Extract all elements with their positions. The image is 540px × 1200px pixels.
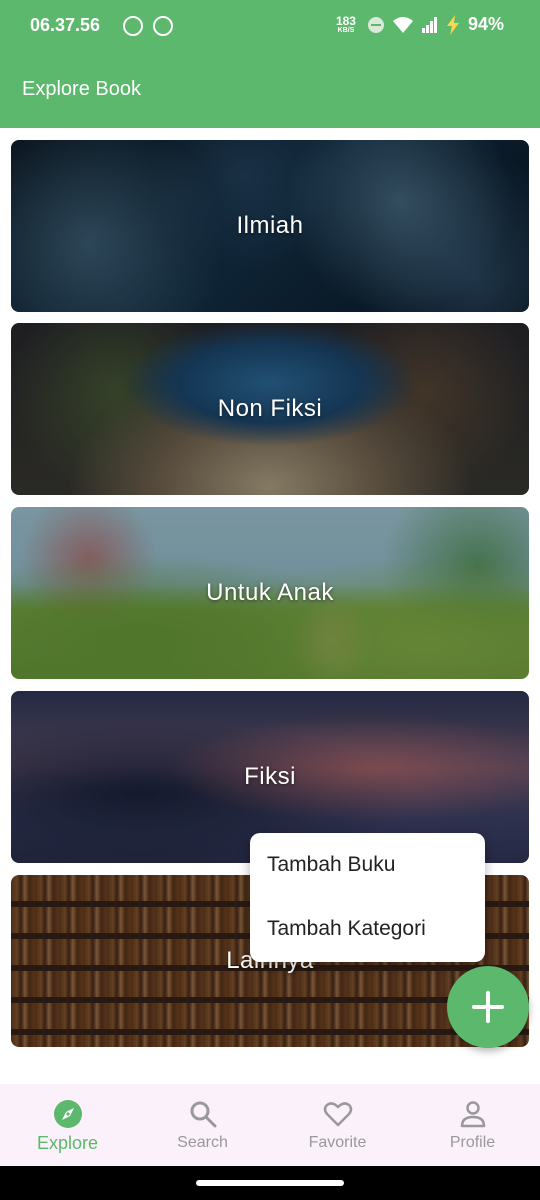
nav-item-profile[interactable]: Profile <box>405 1084 540 1166</box>
bottom-navigation: Explore Search Favorite Profile <box>0 1084 540 1166</box>
network-speed-unit: KB/S <box>337 27 355 34</box>
nav-item-explore[interactable]: Explore <box>0 1084 135 1166</box>
status-time: 06.37.56 <box>30 15 101 35</box>
compass-icon <box>53 1100 82 1128</box>
person-icon <box>460 1101 485 1128</box>
status-bar: 06.37.56 183 KB/S 94% <box>0 0 540 52</box>
whatsapp-icon <box>123 16 143 36</box>
gesture-navigation-area <box>0 1166 540 1200</box>
nav-item-search[interactable]: Search <box>135 1084 270 1166</box>
category-label: Ilmiah <box>236 212 304 239</box>
add-button[interactable] <box>447 966 529 1048</box>
category-label: Non Fiksi <box>217 395 323 422</box>
category-card-ilmiah[interactable]: Ilmiah <box>11 140 529 312</box>
category-card-untuk-anak[interactable]: Untuk Anak <box>11 507 529 679</box>
network-speed-value: 183 <box>335 14 356 28</box>
search-icon <box>190 1101 216 1128</box>
nav-item-favorite[interactable]: Favorite <box>270 1084 405 1166</box>
app-bar: Explore Book <box>0 52 540 128</box>
wifi-icon <box>392 16 413 33</box>
home-gesture-bar[interactable] <box>196 1180 344 1186</box>
battery-level: 94% <box>467 14 504 34</box>
nav-label-explore: Explore <box>36 1133 99 1153</box>
page-title: Explore Book <box>22 78 141 100</box>
heart-icon <box>323 1102 352 1127</box>
do-not-disturb-icon <box>367 16 384 33</box>
add-menu-popup: Tambah Buku Tambah Kategori <box>250 833 485 962</box>
nav-label-search: Search <box>177 1134 228 1151</box>
nav-label-favorite: Favorite <box>308 1134 367 1151</box>
notification-app-icon <box>153 16 173 36</box>
nav-label-profile: Profile <box>449 1134 496 1151</box>
signal-icon <box>421 16 437 33</box>
status-indicators: 183 KB/S 94% <box>336 14 504 35</box>
category-label: Untuk Anak <box>206 579 334 606</box>
charging-icon <box>446 14 459 35</box>
category-card-non-fiksi[interactable]: Non Fiksi <box>11 323 529 495</box>
explore-screen: 06.37.56 183 KB/S 94% Explore Book Ilmia… <box>0 0 540 1200</box>
menu-item-tambah-kategori[interactable]: Tambah Kategori <box>267 917 426 941</box>
network-speed: 183 KB/S <box>336 15 356 34</box>
menu-item-tambah-buku[interactable]: Tambah Buku <box>267 853 395 877</box>
